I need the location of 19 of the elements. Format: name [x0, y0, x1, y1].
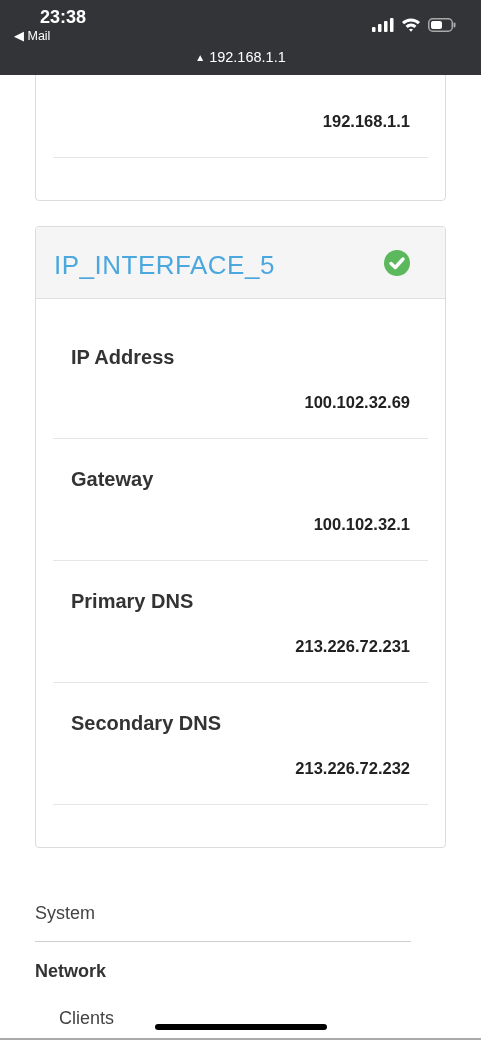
- battery-icon: [428, 17, 456, 32]
- warning-icon: ▲: [195, 51, 206, 63]
- field-label: Gateway: [71, 467, 155, 491]
- field-value: 100.102.32.1: [312, 514, 410, 535]
- field-value: 213.226.72.232: [294, 758, 410, 779]
- field-label: IP Address: [71, 345, 176, 369]
- signal-icon: [372, 17, 394, 32]
- field-label: Secondary DNS: [71, 711, 223, 735]
- page-url[interactable]: 192.168.1.1: [209, 49, 286, 65]
- interface-title: IP_INTERFACE_5: [54, 249, 275, 281]
- nav-link[interactable]: Clients: [59, 1008, 115, 1028]
- nav-link[interactable]: Network: [35, 942, 106, 994]
- back-link[interactable]: ◀ Mail: [14, 28, 87, 44]
- field-value: 213.226.72.231: [294, 636, 410, 657]
- field-value: 100.102.32.69: [303, 392, 410, 413]
- wifi-icon: [401, 17, 421, 32]
- field-value: 192.168.1.1: [321, 111, 410, 132]
- field-label: Primary DNS: [71, 589, 195, 613]
- clock-time: 23:38: [40, 6, 87, 28]
